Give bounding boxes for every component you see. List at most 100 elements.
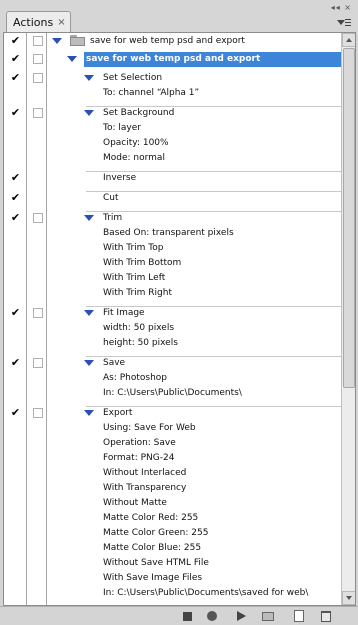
dialog-toggle-box[interactable] xyxy=(33,408,43,418)
step-param: Using: Save For Web xyxy=(103,423,196,433)
step-param: Without Interlaced xyxy=(103,468,187,478)
step-param-row[interactable]: To: channel “Alpha 1” xyxy=(4,86,341,101)
dialog-toggle-box[interactable] xyxy=(33,54,43,64)
checkmark-icon[interactable]: ✔ xyxy=(9,307,22,319)
step-row[interactable]: ✔ Set Selection xyxy=(4,71,341,86)
dialog-toggle-box[interactable] xyxy=(33,308,43,318)
step-param-row[interactable]: Based On: transparent pixels xyxy=(4,226,341,241)
folder-body xyxy=(70,37,85,46)
step-param: Operation: Save xyxy=(103,438,176,448)
step-param-row[interactable]: Matte Color Blue: 255 xyxy=(4,541,341,556)
panel-top-controls[interactable]: ◂◂ × xyxy=(331,3,352,12)
checkmark-icon[interactable]: ✔ xyxy=(9,212,22,224)
dialog-toggle-box[interactable] xyxy=(33,73,43,83)
record-icon[interactable] xyxy=(207,611,217,621)
step-param: In: C:\Users\Public\Documents\ xyxy=(103,388,242,398)
scroll-down-button[interactable] xyxy=(342,591,355,605)
new-action-icon[interactable] xyxy=(294,610,304,622)
scroll-up-button[interactable] xyxy=(342,33,355,47)
dialog-toggle-box[interactable] xyxy=(33,108,43,118)
row-separator xyxy=(86,211,341,212)
step-title: Set Background xyxy=(103,108,175,118)
step-row[interactable]: ✔ Set Background xyxy=(4,106,341,121)
new-set-icon[interactable] xyxy=(262,612,274,621)
step-row[interactable]: ✔ Inverse xyxy=(4,171,341,186)
panel-menu-icon[interactable] xyxy=(337,18,351,28)
tab-actions-label: Actions xyxy=(13,15,54,29)
step-param-row[interactable]: In: C:\Users\Public\Documents\saved for … xyxy=(4,586,341,601)
step-title: Cut xyxy=(103,193,119,203)
step-param: To: layer xyxy=(103,123,141,133)
checkmark-icon[interactable]: ✔ xyxy=(9,192,22,204)
step-title: Export xyxy=(103,408,133,418)
twirl-down-icon[interactable] xyxy=(84,110,94,116)
delete-icon[interactable] xyxy=(321,611,331,622)
twirl-down-icon[interactable] xyxy=(84,360,94,366)
step-param-row[interactable]: With Trim Left xyxy=(4,271,341,286)
step-param-row[interactable]: With Save Image Files xyxy=(4,571,341,586)
step-row[interactable]: ✔ Trim xyxy=(4,211,341,226)
row-separator xyxy=(86,191,341,192)
twirl-down-icon[interactable] xyxy=(84,215,94,221)
dialog-toggle-box[interactable] xyxy=(33,358,43,368)
step-param-row[interactable]: With Trim Bottom xyxy=(4,256,341,271)
twirl-down-icon[interactable] xyxy=(84,410,94,416)
checkmark-icon[interactable]: ✔ xyxy=(9,407,22,419)
action-row[interactable]: ✔ save for web temp psd and export xyxy=(4,52,341,67)
step-param-row[interactable]: To: layer xyxy=(4,121,341,136)
twirl-down-icon[interactable] xyxy=(67,56,77,62)
step-param-row[interactable]: As: Photoshop xyxy=(4,371,341,386)
step-param: With Trim Bottom xyxy=(103,258,182,268)
dialog-toggle-box[interactable] xyxy=(33,36,43,46)
checkmark-icon[interactable]: ✔ xyxy=(9,53,22,65)
twirl-down-icon[interactable] xyxy=(84,75,94,81)
step-param-row[interactable]: With Trim Top xyxy=(4,241,341,256)
step-param-row[interactable]: With Trim Right xyxy=(4,286,341,301)
tab-actions[interactable]: Actions × xyxy=(6,11,71,32)
tab-close-icon[interactable]: × xyxy=(57,17,65,28)
step-param: Format: PNG-24 xyxy=(103,453,175,463)
step-row[interactable]: ✔ Cut xyxy=(4,191,341,206)
step-param-row[interactable]: Matte Color Red: 255 xyxy=(4,511,341,526)
step-param-row[interactable]: With Transparency xyxy=(4,481,341,496)
step-param-row[interactable]: Without Matte xyxy=(4,496,341,511)
step-row[interactable]: ✔ Fit Image xyxy=(4,306,341,321)
checkmark-icon[interactable]: ✔ xyxy=(9,357,22,369)
step-param-row[interactable]: Operation: Save xyxy=(4,436,341,451)
step-param: With Save Image Files xyxy=(103,573,203,583)
step-row[interactable]: ✔ Export xyxy=(4,406,341,421)
step-title: Set Selection xyxy=(103,73,163,83)
twirl-down-icon[interactable] xyxy=(52,38,62,44)
checkmark-icon[interactable]: ✔ xyxy=(9,172,22,184)
step-param-row[interactable]: Without Interlaced xyxy=(4,466,341,481)
step-param: Based On: transparent pixels xyxy=(103,228,234,238)
step-param-row[interactable]: height: 50 pixels xyxy=(4,336,341,351)
vertical-scrollbar[interactable] xyxy=(341,33,355,605)
folder-icon xyxy=(70,35,85,46)
step-param-row[interactable]: In: C:\Users\Public\Documents\ xyxy=(4,386,341,401)
checkmark-icon[interactable]: ✔ xyxy=(9,35,22,47)
step-param-row[interactable]: Mode: normal xyxy=(4,151,341,166)
step-row[interactable]: ✔ Save xyxy=(4,356,341,371)
action-set-name: save for web temp psd and export xyxy=(90,36,245,46)
checkmark-icon[interactable]: ✔ xyxy=(9,72,22,84)
step-param: Without Save HTML File xyxy=(103,558,209,568)
play-icon[interactable] xyxy=(237,611,246,621)
step-param: In: C:\Users\Public\Documents\saved for … xyxy=(103,588,309,598)
step-param-row[interactable]: Opacity: 100% xyxy=(4,136,341,151)
scroll-thumb[interactable] xyxy=(343,48,355,388)
step-param-row[interactable]: Without Save HTML File xyxy=(4,556,341,571)
action-set-row[interactable]: ✔ save for web temp psd and export xyxy=(4,34,341,49)
step-param: Opacity: 100% xyxy=(103,138,169,148)
step-param-row[interactable]: Format: PNG-24 xyxy=(4,451,341,466)
checkmark-icon[interactable]: ✔ xyxy=(9,107,22,119)
step-title: Fit Image xyxy=(103,308,145,318)
twirl-down-icon[interactable] xyxy=(84,310,94,316)
stop-icon[interactable] xyxy=(183,612,192,621)
dialog-toggle-box[interactable] xyxy=(33,213,43,223)
step-param-row[interactable]: Matte Color Green: 255 xyxy=(4,526,341,541)
actions-panel: ✔ save for web temp psd and export ✔ save f… xyxy=(3,32,356,606)
step-param: With Trim Top xyxy=(103,243,164,253)
step-param-row[interactable]: width: 50 pixels xyxy=(4,321,341,336)
step-param-row[interactable]: Using: Save For Web xyxy=(4,421,341,436)
